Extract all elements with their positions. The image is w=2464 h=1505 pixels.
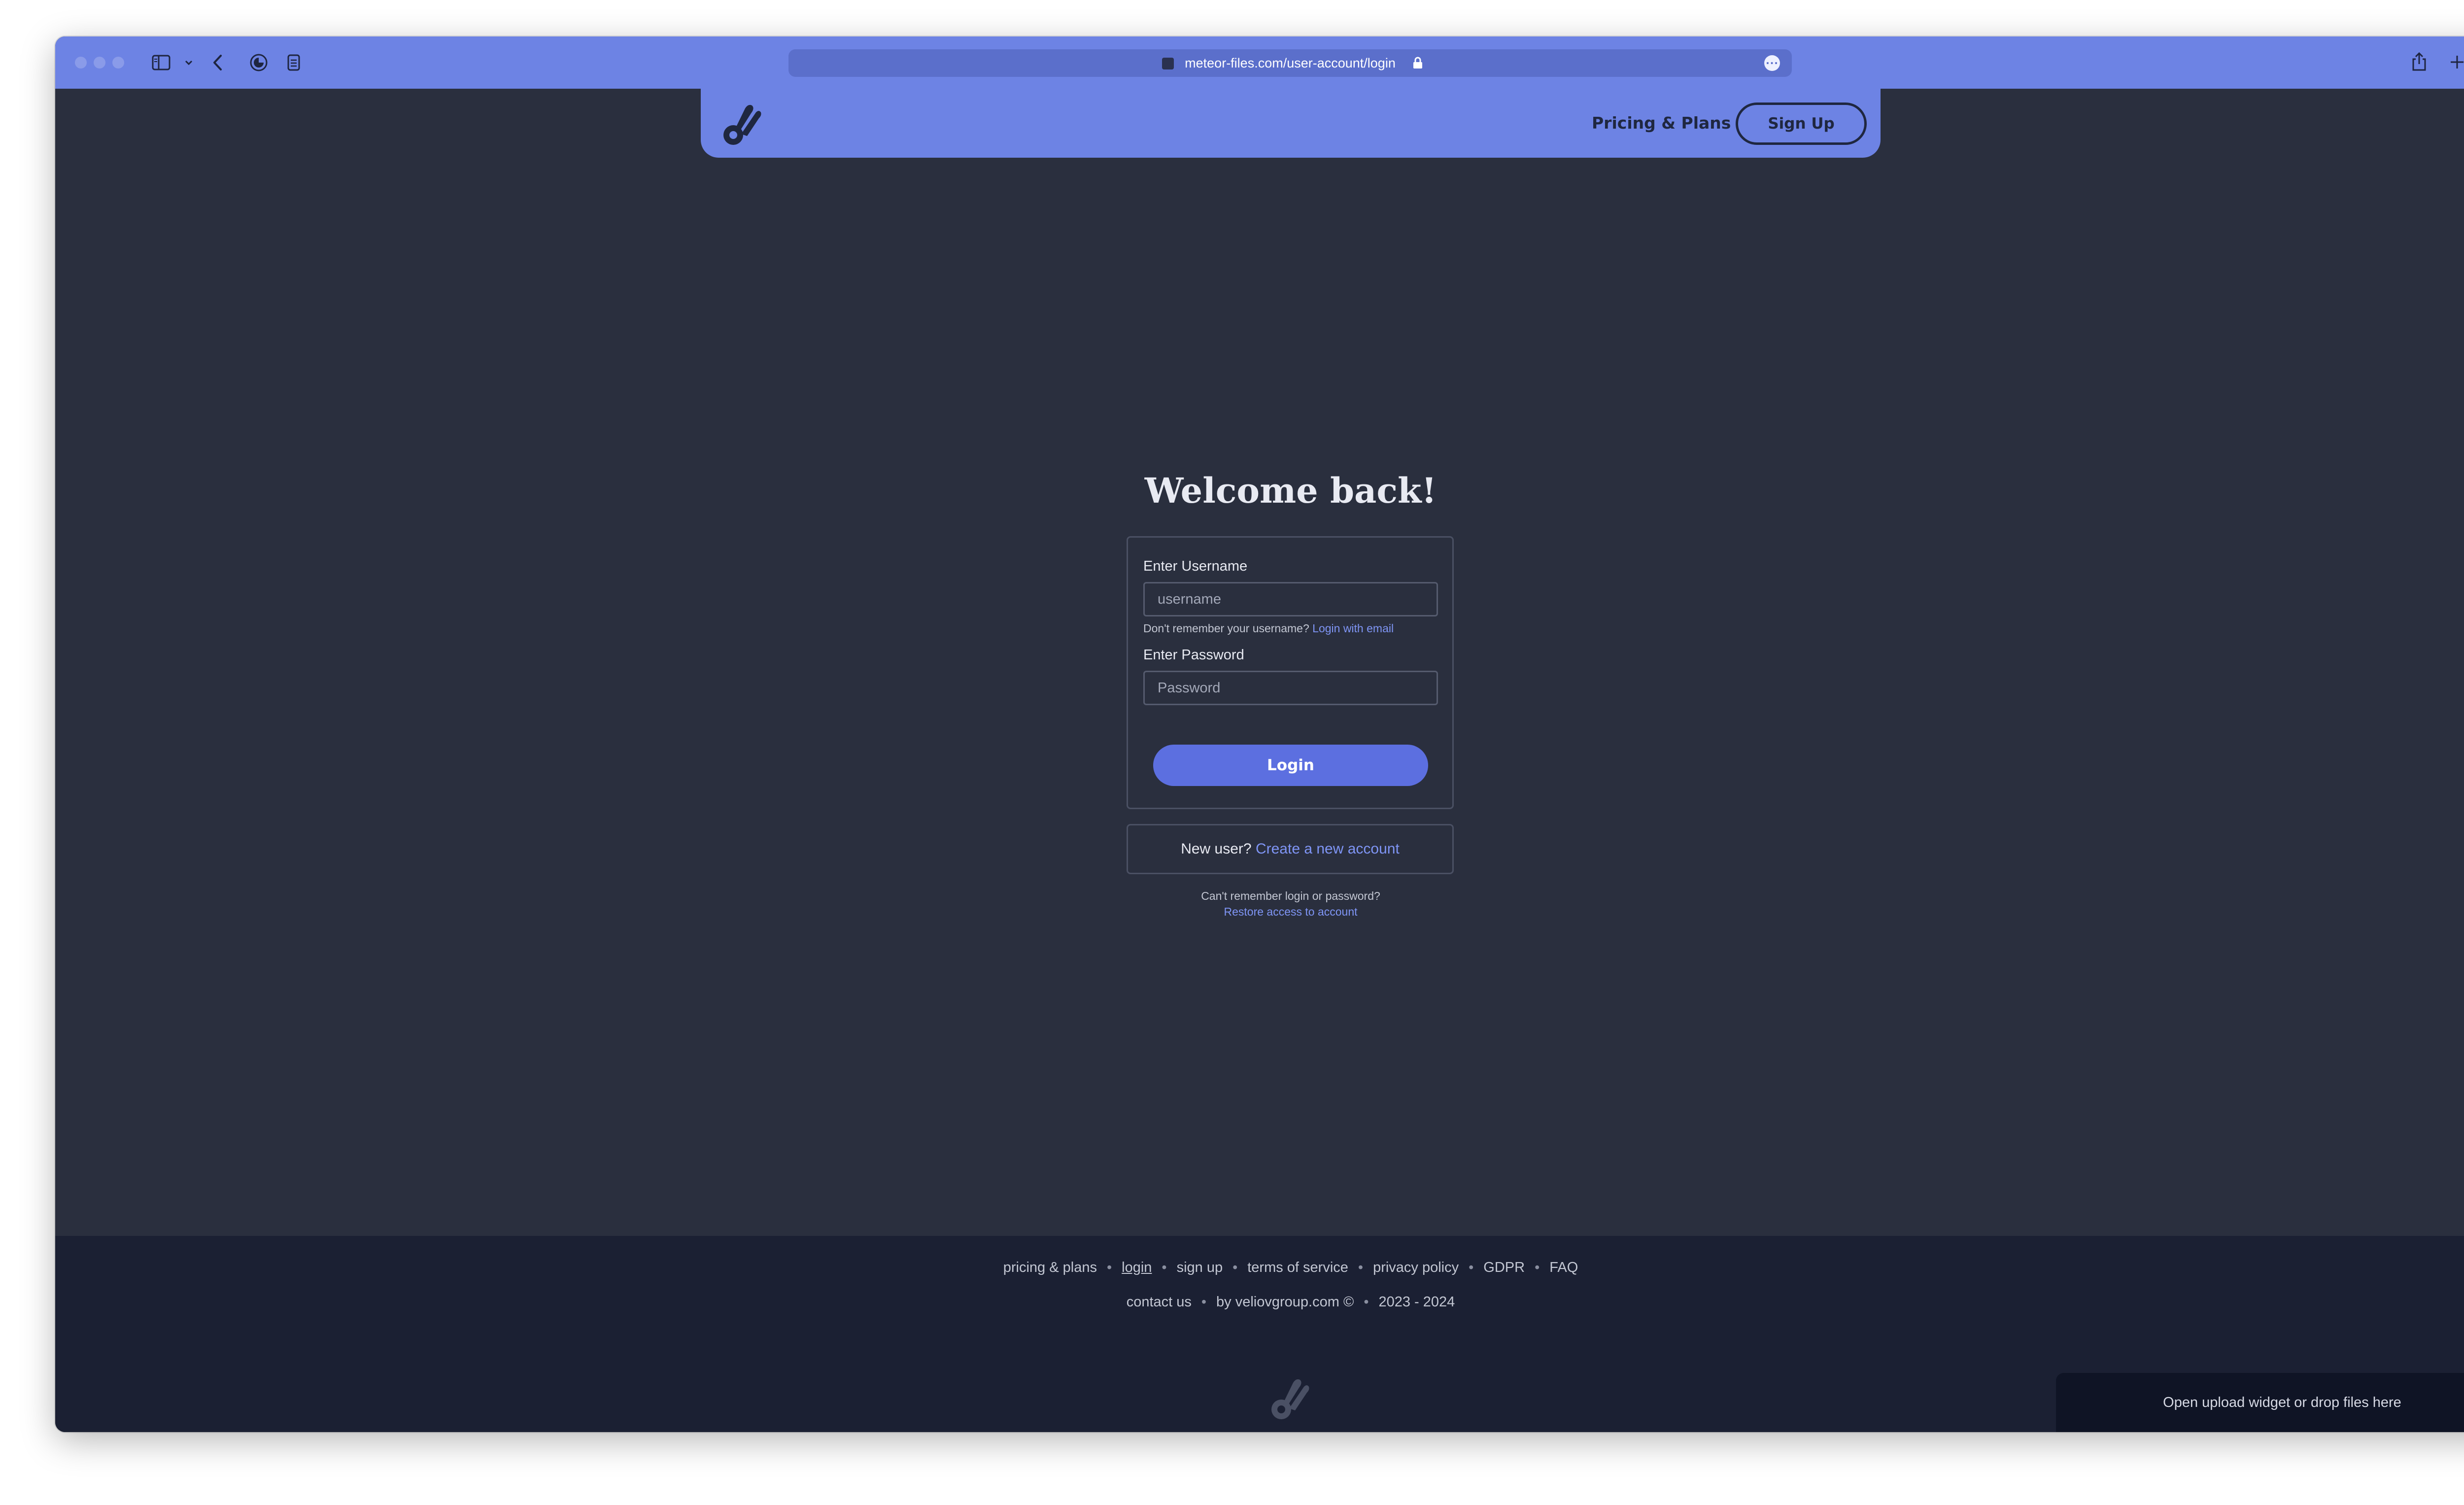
footer-privacy-link[interactable]: privacy policy <box>1373 1260 1459 1275</box>
footer-faq-link[interactable]: FAQ <box>1549 1260 1578 1275</box>
password-input[interactable] <box>1143 671 1438 705</box>
footer-terms-link[interactable]: terms of service <box>1247 1260 1348 1275</box>
page-title: Welcome back! <box>1144 470 1437 511</box>
username-input[interactable] <box>1143 582 1438 616</box>
chevron-down-icon[interactable] <box>184 58 193 67</box>
meteor-logo-icon[interactable] <box>719 98 764 147</box>
username-hint: Don't remember your username? Login with… <box>1143 622 1394 635</box>
upload-widget[interactable]: Open upload widget or drop files here <box>2056 1373 2464 1432</box>
reader-icon[interactable] <box>287 54 301 71</box>
footer-separator: • <box>1201 1294 1207 1310</box>
footer-info-row: contact us • by veliovgroup.com © • 2023 - 2… <box>55 1294 2464 1310</box>
footer-by-link[interactable]: by veliovgroup.com © <box>1216 1294 1354 1310</box>
create-account-link[interactable]: Create a new account <box>1256 841 1400 857</box>
username-hint-text: Don't remember your username? <box>1143 622 1309 635</box>
new-user-box: New user? Create a new account <box>1127 824 1454 874</box>
footer-separator: • <box>1232 1260 1238 1275</box>
close-window-button[interactable] <box>75 57 87 68</box>
password-label: Enter Password <box>1143 647 1244 663</box>
footer-gdpr-link[interactable]: GDPR <box>1483 1260 1525 1275</box>
back-icon[interactable] <box>212 54 223 71</box>
privacy-report-icon[interactable] <box>249 53 268 72</box>
footer-links-row: pricing & plans • login • sign up • terms of s… <box>55 1260 2464 1276</box>
share-icon[interactable] <box>2411 51 2428 72</box>
lock-icon <box>1412 57 1423 69</box>
nav-signup-button[interactable]: Sign Up <box>1736 103 1867 145</box>
ellipsis-icon[interactable]: ··· <box>1764 55 1780 71</box>
footer-separator: • <box>1469 1260 1474 1275</box>
nav-pricing-link[interactable]: Pricing & Plans <box>1592 111 1731 135</box>
minimize-window-button[interactable] <box>94 57 105 68</box>
login-form: Enter Username Don't remember your usern… <box>1127 536 1454 809</box>
footer-login-link[interactable]: login <box>1122 1260 1152 1275</box>
footer-pricing-link[interactable]: pricing & plans <box>1003 1260 1097 1275</box>
url-text: meteor-files.com/user-account/login <box>1185 56 1396 70</box>
new-tab-icon[interactable] <box>2449 54 2464 70</box>
footer-signup-link[interactable]: sign up <box>1177 1260 1223 1275</box>
site-header: Pricing & Plans Sign Up <box>701 89 1881 158</box>
upload-widget-label: Open upload widget or drop files here <box>2163 1394 2401 1410</box>
footer-separator: • <box>1162 1260 1167 1275</box>
footer-logo-icon <box>1267 1372 1312 1421</box>
sidebar-icon[interactable] <box>152 55 171 70</box>
new-user-text: New user? <box>1181 841 1252 857</box>
login-button[interactable]: Login <box>1153 745 1428 786</box>
footer-separator: • <box>1364 1294 1369 1310</box>
restore-access-section: Can't remember login or password? Restor… <box>55 888 2464 920</box>
login-with-email-link[interactable]: Login with email <box>1312 622 1394 635</box>
forgot-text: Can't remember login or password? <box>1201 889 1380 902</box>
restore-access-link[interactable]: Restore access to account <box>55 904 2464 920</box>
footer-contact-link[interactable]: contact us <box>1127 1294 1192 1310</box>
footer-separator: • <box>1106 1260 1112 1275</box>
browser-window: meteor-files.com/user-account/login ··· <box>55 36 2464 1432</box>
username-label: Enter Username <box>1143 558 1248 574</box>
footer-separator: • <box>1358 1260 1364 1275</box>
zoom-window-button[interactable] <box>112 57 124 68</box>
footer-separator: • <box>1535 1260 1540 1275</box>
browser-toolbar: meteor-files.com/user-account/login ··· <box>55 36 2464 89</box>
address-bar[interactable]: meteor-files.com/user-account/login ··· <box>788 49 1792 77</box>
footer-years: 2023 - 2024 <box>1378 1294 1455 1310</box>
